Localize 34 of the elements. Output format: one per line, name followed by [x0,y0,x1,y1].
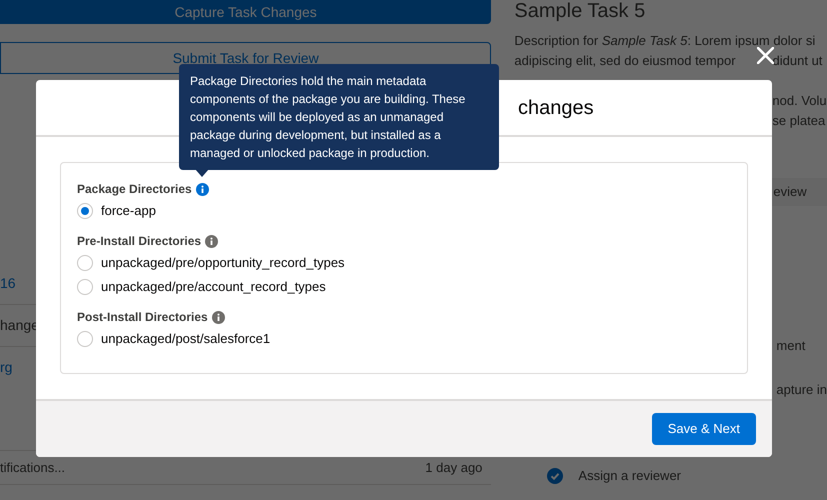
notification-text: tifications... [0,458,66,477]
section-label: Package Directories [77,181,192,198]
section-label: Pre-Install Directories [77,233,202,250]
close-icon[interactable] [757,47,774,64]
review-tab[interactable]: eview [771,178,827,206]
radio-button[interactable] [77,202,93,218]
tooltip-pointer [195,169,209,177]
tooltip: Package Directories hold the main metadata components of the package you are building. These components will be deployed as an unmanaged package during development, but installed as a managed or unlocked package in production. [179,64,499,170]
task-title: Sample Task 5 [514,0,646,22]
save-next-button[interactable]: Save & Next [652,413,756,445]
description-line: nod. Volu [772,92,827,110]
step-text: ment [776,337,806,356]
description-text: Description for Sample Task 5: Lorem ipsum dolor si [514,32,816,50]
section-label: Post-Install Directories [77,309,208,326]
radio-button[interactable] [77,278,93,294]
description-text: didunt ut [772,52,822,70]
capture-task-changes-button[interactable]: Capture Task Changes [0,0,492,24]
radio-button[interactable] [77,254,93,270]
radio-label: unpackaged/post/salesforce1 [101,330,270,348]
radio-label: force-app [101,202,156,220]
radio-label: unpackaged/pre/account_record_types [101,278,326,296]
record-link[interactable]: rg [0,357,12,378]
description-text: adipiscing elit, sed do eiusmod tempor [514,52,736,70]
radio-label: unpackaged/pre/opportunity_record_types [101,254,345,272]
info-icon[interactable] [196,182,209,196]
step-text: Assign a reviewer [578,467,682,486]
info-icon[interactable] [205,234,218,248]
notification-time: 1 day ago [425,458,482,477]
step-text: apture in [776,381,827,400]
radio-button[interactable] [77,330,93,346]
description-line: se platea [772,112,826,130]
info-icon[interactable] [212,310,225,324]
record-link[interactable]: 16 [0,272,16,294]
modal-title: changes [518,96,594,120]
